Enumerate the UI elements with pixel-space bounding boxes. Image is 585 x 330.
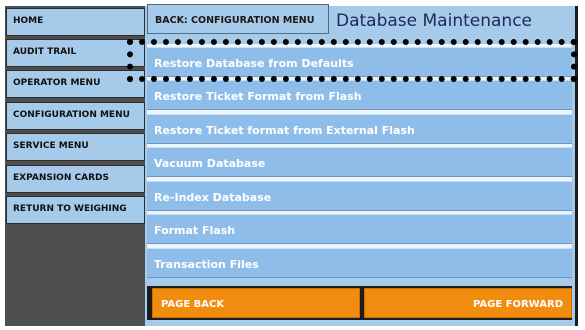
back-button[interactable]: BACK: CONFIGURATION MENU (147, 4, 329, 34)
menu-item-vacuum-database[interactable]: Vacuum Database (147, 147, 572, 177)
menu-item-restore-database-defaults[interactable]: Restore Database from Defaults (147, 47, 572, 77)
menu-list: Restore Database from Defaults Restore T… (147, 44, 572, 278)
menu-item-restore-ticket-format-flash[interactable]: Restore Ticket Format from Flash (147, 80, 572, 110)
menu-item-transaction-files[interactable]: Transaction Files (147, 248, 572, 278)
sidebar-item-configuration-menu[interactable]: CONFIGURATION MENU (6, 102, 145, 130)
page-title: Database Maintenance (336, 11, 532, 31)
page-back-button[interactable]: PAGE BACK (152, 288, 360, 318)
sidebar-item-audit-trail[interactable]: AUDIT TRAIL (6, 39, 145, 67)
sidebar-item-return-to-weighing[interactable]: RETURN TO WEIGHING (6, 196, 145, 224)
sidebar-item-home[interactable]: HOME (6, 8, 145, 36)
sidebar-item-operator-menu[interactable]: OPERATOR MENU (6, 70, 145, 98)
menu-item-restore-ticket-format-external-flash[interactable]: Restore Ticket format from External Flas… (147, 114, 572, 144)
menu-item-reindex-database[interactable]: Re-Index Database (147, 181, 572, 211)
page-forward-button[interactable]: PAGE FORWARD (364, 288, 572, 318)
sidebar-item-service-menu[interactable]: SERVICE MENU (6, 133, 145, 161)
sidebar-item-expansion-cards[interactable]: EXPANSION CARDS (6, 165, 145, 193)
menu-item-format-flash[interactable]: Format Flash (147, 214, 572, 244)
